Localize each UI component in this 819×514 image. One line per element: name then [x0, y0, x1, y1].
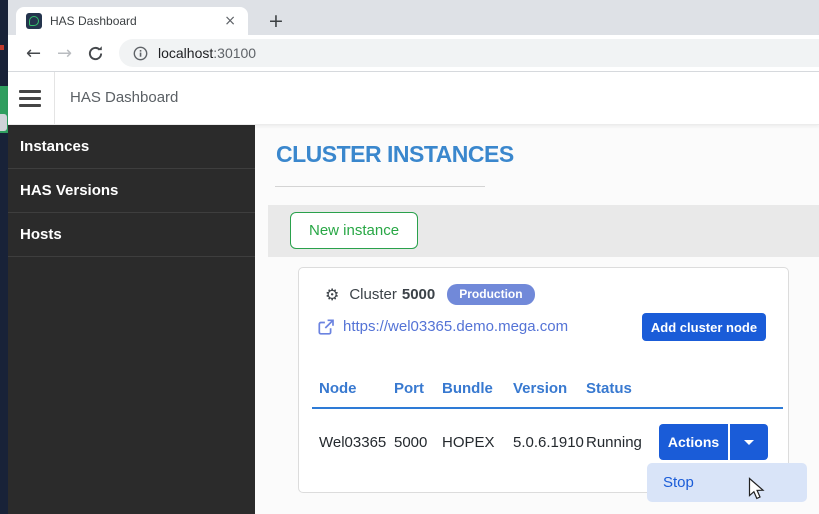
tab-title: HAS Dashboard [50, 14, 222, 28]
app-title: HAS Dashboard [70, 72, 178, 124]
add-cluster-node-button[interactable]: Add cluster node [642, 313, 766, 341]
cluster-number: 5000 [402, 286, 435, 303]
url-text: localhost:30100 [158, 45, 256, 61]
mouse-cursor [748, 477, 766, 506]
table-header-row: Node Port Bundle Version Status [319, 380, 661, 397]
gear-icon: ⚙ [325, 285, 339, 304]
menu-item-stop[interactable]: Stop [663, 474, 694, 491]
background-window-edge [0, 0, 8, 514]
cluster-url-link[interactable]: https://wel03365.demo.mega.com [343, 318, 568, 335]
cell-version: 5.0.6.1910 [513, 434, 586, 451]
browser-tab[interactable]: HAS Dashboard × [16, 7, 248, 35]
sidebar-item-has-versions[interactable]: HAS Versions [8, 169, 255, 213]
cell-status: Running [586, 434, 661, 451]
col-version: Version [513, 380, 586, 397]
cluster-card: ⚙ Cluster 5000 Production https://wel033… [298, 267, 789, 493]
cluster-label: Cluster [349, 286, 397, 303]
reload-button[interactable] [80, 45, 111, 62]
header-divider [54, 72, 55, 124]
title-divider [275, 186, 485, 187]
actions-band: New instance [268, 205, 819, 257]
tab-close-icon[interactable]: × [222, 13, 238, 29]
sidebar-item-hosts[interactable]: Hosts [8, 213, 255, 257]
actions-dropdown-toggle[interactable] [730, 424, 768, 460]
cell-port: 5000 [394, 434, 442, 451]
browser-window: HAS Dashboard × + ← → localhost:30100 [0, 0, 819, 514]
sidebar: Instances HAS Versions Hosts [8, 125, 255, 514]
table-row: Wel03365 5000 HOPEX 5.0.6.1910 Running [319, 424, 661, 460]
environment-badge: Production [447, 284, 534, 305]
col-node: Node [319, 380, 394, 397]
background-window-dot [0, 45, 4, 50]
new-instance-button[interactable]: New instance [290, 212, 418, 249]
cell-bundle: HOPEX [442, 434, 513, 451]
cluster-title-row: ⚙ Cluster 5000 Production [325, 284, 535, 305]
forward-button: → [49, 43, 80, 64]
col-bundle: Bundle [442, 380, 513, 397]
new-tab-button[interactable]: + [262, 7, 290, 35]
app-header: HAS Dashboard [8, 72, 819, 125]
col-port: Port [394, 380, 442, 397]
chevron-down-icon [744, 440, 754, 445]
cluster-link-row: https://wel03365.demo.mega.com [318, 318, 568, 335]
background-window-handle [0, 114, 7, 131]
cell-node: Wel03365 [319, 434, 394, 451]
url-bar[interactable]: localhost:30100 [119, 39, 819, 67]
site-favicon-icon [26, 13, 42, 29]
main-content: CLUSTER INSTANCES New instance ⚙ Cluster… [255, 125, 819, 514]
col-status: Status [586, 380, 661, 397]
browser-tab-bar: HAS Dashboard × + [8, 0, 819, 35]
menu-icon[interactable] [19, 90, 41, 107]
table-header-underline [312, 407, 783, 409]
actions-menu: Stop [647, 463, 807, 502]
back-button[interactable]: ← [18, 43, 49, 64]
info-icon[interactable] [133, 46, 148, 61]
actions-split-button: Actions [659, 424, 768, 460]
actions-button[interactable]: Actions [659, 424, 728, 460]
page-title: CLUSTER INSTANCES [276, 141, 514, 168]
external-link-icon [318, 319, 334, 335]
sidebar-item-instances[interactable]: Instances [8, 125, 255, 169]
browser-toolbar: ← → localhost:30100 [8, 35, 819, 72]
